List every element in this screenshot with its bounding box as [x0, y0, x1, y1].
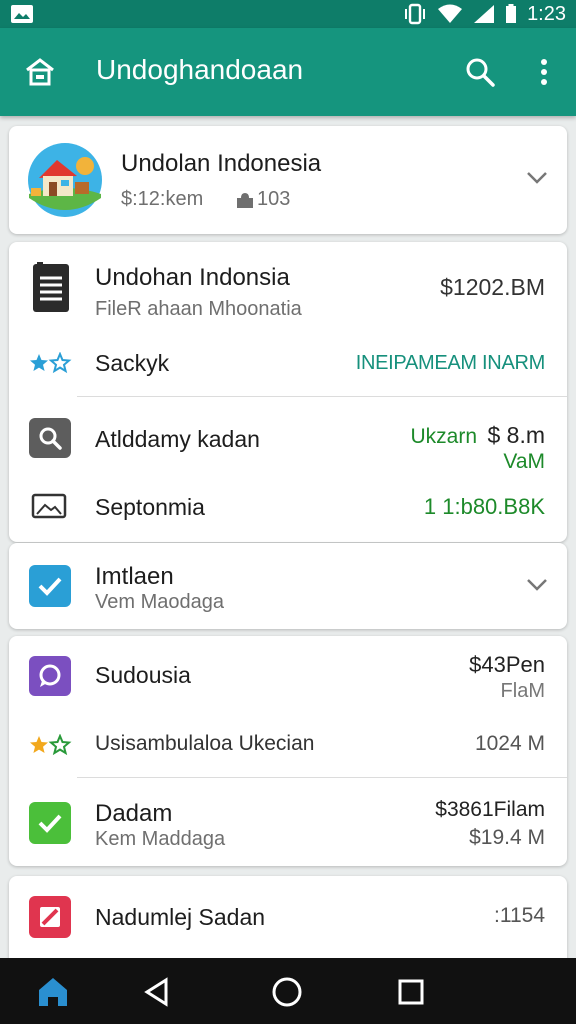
details-card: Undohan Indonsia FileR ahaan Mhoonatia $…	[9, 242, 567, 542]
item-value: 1024 M	[474, 732, 545, 755]
check-icon	[29, 565, 71, 607]
item-value-secondary: FlaM	[500, 680, 545, 702]
wifi-icon	[438, 4, 463, 23]
item-value-green: Ukzarn	[410, 425, 478, 448]
slash-icon	[29, 896, 71, 938]
item-value: 1 1:b80.B8K	[423, 494, 545, 519]
home-nav-icon[interactable]	[36, 975, 70, 1009]
divider	[77, 777, 567, 778]
item-value: $ 8.m	[487, 422, 545, 448]
check-icon	[29, 802, 71, 844]
back-icon[interactable]	[140, 975, 174, 1009]
recents-icon[interactable]	[394, 975, 428, 1009]
expandable-card[interactable]: Imtlaen Vem Maodaga	[9, 543, 567, 629]
item-value: INEIPAMEAM INARM	[355, 352, 546, 374]
header-card[interactable]: Undolan Indonesia $:12:kem 103	[9, 126, 567, 234]
items-card: Sudousia $43Pen FlaM Usisambulaloa Ukeci…	[9, 636, 567, 866]
status-bar: 1:23	[0, 0, 576, 28]
item-label: Septonmia	[95, 494, 205, 520]
item-title: Imtlaen	[95, 563, 174, 590]
item-label: Usisambulaloa Ukecian	[95, 732, 315, 755]
item-value-group: Ukzarn $ 8.m	[410, 422, 545, 449]
home-icon[interactable]	[24, 56, 56, 88]
item-subtitle: Vem Maodaga	[95, 591, 224, 613]
item-label: Nadumlej Sadan	[95, 904, 266, 930]
status-icons: 1:23	[403, 0, 566, 28]
header-subtitle: $:12:kem	[121, 188, 204, 210]
item-value: :1154	[494, 904, 545, 927]
document-icon	[33, 262, 69, 312]
item-subtitle: FileR ahaan Mhoonatia	[95, 298, 302, 320]
item-title: Undohan Indonsia	[95, 264, 290, 291]
home-circle-icon[interactable]	[270, 975, 304, 1009]
search-tile-icon	[29, 418, 71, 458]
bottom-card: Nadumlej Sadan :1154	[9, 876, 567, 966]
item-subtitle: Kem Maddaga	[95, 828, 226, 850]
header-title: Undolan Indonesia	[121, 150, 322, 177]
item-value: $43Pen	[469, 652, 545, 677]
image-notification-icon	[11, 5, 33, 23]
chevron-down-icon[interactable]	[525, 170, 549, 186]
item-value-secondary: $19.4 M	[469, 826, 545, 849]
system-nav-bar	[0, 958, 576, 1024]
item-label: Atlddamy kadan	[95, 426, 260, 452]
app-logo-illustration	[28, 143, 102, 217]
more-vert-icon[interactable]	[532, 56, 556, 88]
app-title: Undoghandoaan	[96, 54, 304, 85]
item-value: $1202.BM	[440, 274, 545, 300]
app-bar: Undoghandoaan	[0, 28, 576, 116]
chat-icon	[29, 656, 71, 696]
chevron-down-icon[interactable]	[525, 577, 549, 593]
stars-icon	[30, 352, 72, 374]
image-frame-icon	[31, 493, 67, 519]
item-label: Sackyk	[95, 350, 170, 376]
search-icon[interactable]	[464, 56, 496, 88]
header-count: 103	[257, 188, 291, 210]
item-value: $3861Filam	[435, 798, 545, 821]
item-value-secondary: VaM	[503, 450, 545, 473]
vibrate-icon	[405, 3, 426, 25]
item-label: Sudousia	[95, 662, 191, 688]
status-time: 1:23	[527, 2, 566, 25]
puzzle-icon	[237, 193, 253, 208]
divider	[77, 396, 567, 397]
battery-icon	[506, 4, 517, 23]
stars-icon	[30, 734, 72, 756]
item-title: Dadam	[95, 800, 173, 827]
signal-icon	[474, 5, 495, 23]
